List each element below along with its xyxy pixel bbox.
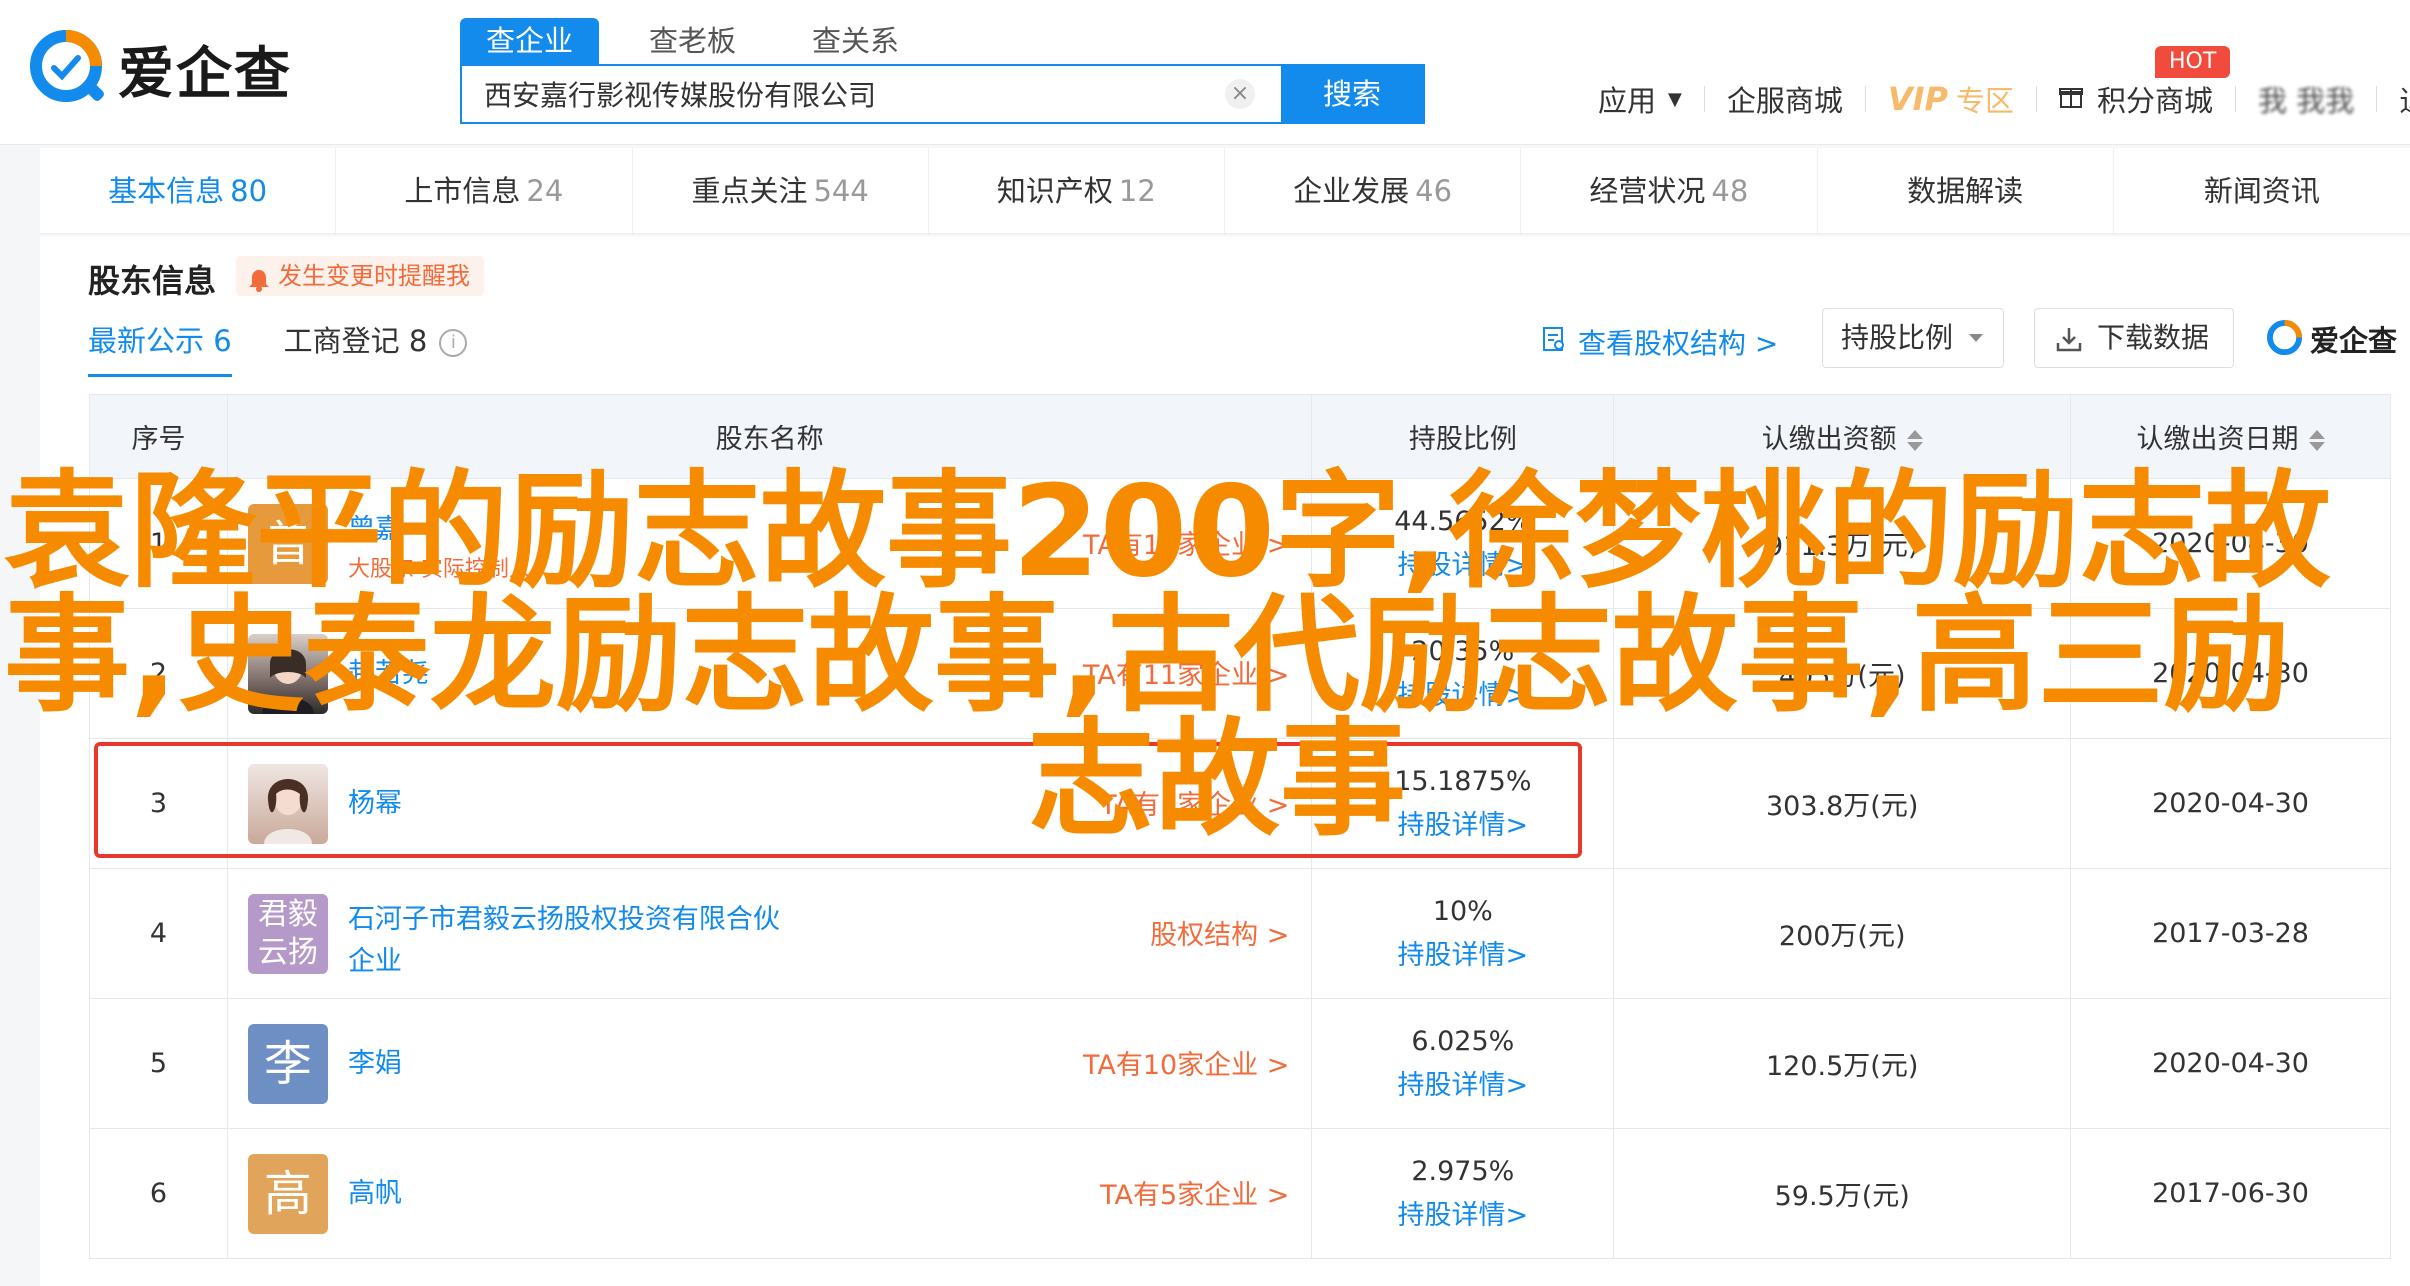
pct-value: 2.975%	[1411, 1155, 1515, 1187]
holder-companies-link[interactable]: TA有10家企业 >	[1083, 1043, 1289, 1082]
amount-cell: 303.8万(元)	[1613, 738, 2072, 869]
divider	[1864, 86, 1866, 112]
sub-tabs: 最新公示 6 工商登记 8i	[88, 318, 519, 377]
subtab-registration[interactable]: 工商登记 8i	[284, 318, 468, 377]
view-equity-structure-link[interactable]: 查看股权结构 >	[1542, 322, 1778, 362]
amount-cell: 59.5万(元)	[1613, 1128, 2072, 1259]
ratio-select[interactable]: 持股比例	[1822, 308, 2004, 368]
tab-basic-info[interactable]: 基本信息 80	[40, 148, 337, 233]
watermark-logo: 爱企查	[2266, 318, 2397, 360]
tab-ip[interactable]: 知识产权 12	[929, 148, 1225, 233]
logo-icon	[2266, 319, 2303, 356]
info-icon[interactable]: i	[439, 329, 468, 357]
holder-companies-link[interactable]: TA有5家企业 >	[1100, 1173, 1289, 1212]
divider	[1703, 86, 1705, 112]
search-input[interactable]	[462, 66, 1225, 122]
pct-value: 10%	[1432, 895, 1493, 927]
search-tab-boss[interactable]: 查老板	[623, 18, 762, 64]
logo-icon	[28, 28, 110, 110]
vip-logo[interactable]: VIP	[1888, 80, 1948, 118]
holder-name[interactable]: 高帆	[348, 1173, 402, 1215]
gift-icon	[2059, 82, 2084, 116]
divider	[2235, 86, 2237, 112]
nav-service-mall[interactable]: 企服商城	[1727, 78, 1843, 120]
search-box: × 搜索	[460, 64, 1425, 124]
overlay-line: 袁隆平的励志故事200字,徐梦桃的励志故	[4, 458, 2331, 605]
search-tabs: 查企业 查老板 查关系	[460, 18, 949, 64]
tab-key-focus[interactable]: 重点关注 544	[633, 148, 929, 233]
tab-operations[interactable]: 经营状况 48	[1521, 148, 1818, 233]
chevron-down-icon: ▼	[1668, 88, 1682, 110]
top-nav: 应用 ▼ 企服商城 VIP 专区 积分商城 我 我我 退出	[1598, 78, 2410, 120]
holder-name[interactable]: 石河子市君毅云扬股权投资有限合伙企业	[348, 899, 788, 983]
holding-detail-link[interactable]: 持股详情>	[1312, 1064, 1613, 1108]
subtab-latest[interactable]: 最新公示 6	[88, 318, 232, 377]
row-no: 4	[89, 868, 228, 999]
main-tabs: 基本信息 80 上市信息 24 重点关注 544 知识产权 12 企业发展 46 经营状况…	[40, 148, 2410, 234]
avatar[interactable]: 高	[247, 1154, 328, 1234]
pct-cell: 10% 持股详情>	[1311, 868, 1615, 999]
nav-logout[interactable]: 退出	[2399, 78, 2410, 120]
holder-cell: 李 李娟 TA有10家企业 >	[226, 998, 1313, 1129]
avatar[interactable]: 君毅云扬	[247, 894, 328, 974]
date-cell: 2020-04-30	[2070, 998, 2391, 1129]
row-no: 6	[89, 1128, 228, 1259]
date-cell: 2017-06-30	[2070, 1128, 2391, 1259]
change-alert-button[interactable]: 发生变更时提醒我	[236, 256, 484, 296]
divider	[2036, 86, 2038, 112]
avatar[interactable]: 李	[247, 1024, 328, 1104]
table-row: 5 李 李娟 TA有10家企业 > 6.025% 持股详情> 120.5万(元) …	[89, 998, 2391, 1129]
overlay-line: 事,史泰龙励志故事,古代励志故事,高三励	[4, 582, 2290, 729]
holder-cell: 高 高帆 TA有5家企业 >	[226, 1128, 1313, 1259]
row-no: 5	[89, 998, 228, 1129]
overlay-line: 志故事	[1028, 706, 1406, 853]
tab-development[interactable]: 企业发展 46	[1225, 148, 1522, 233]
holder-cell: 君毅云扬 石河子市君毅云扬股权投资有限合伙企业 股权结构 >	[226, 868, 1313, 999]
nav-vip-zone[interactable]: 专区	[1956, 78, 2014, 120]
date-cell: 2020-04-30	[2070, 738, 2391, 869]
download-data-button[interactable]: 下载数据	[2034, 308, 2234, 368]
search-button[interactable]: 搜索	[1281, 66, 1423, 122]
close-icon[interactable]: ×	[1225, 79, 1255, 109]
chevron-down-icon	[1969, 334, 1983, 342]
amount-cell: 200万(元)	[1613, 868, 2072, 999]
nav-app[interactable]: 应用	[1598, 78, 1656, 120]
divider	[2376, 86, 2378, 112]
amount-cell: 120.5万(元)	[1613, 998, 2072, 1129]
search-tab-company[interactable]: 查企业	[460, 18, 600, 64]
date-cell: 2017-03-28	[2070, 868, 2391, 999]
holding-detail-link[interactable]: 持股详情>	[1312, 1194, 1613, 1238]
brand-logo[interactable]: 爱企查	[28, 28, 292, 110]
hot-badge: HOT	[2155, 46, 2231, 78]
pct-value: 6.025%	[1411, 1025, 1515, 1057]
tab-data-insight[interactable]: 数据解读	[1818, 148, 2114, 233]
sort-icon[interactable]	[2308, 430, 2325, 451]
pct-cell: 2.975% 持股详情>	[1311, 1128, 1615, 1259]
tab-news[interactable]: 新闻资讯	[2114, 148, 2410, 233]
download-icon	[2056, 328, 2082, 352]
top-header: 爱企查 查企业 查老板 查关系 × 搜索 HOT 应用 ▼ 企服商城 VIP 专…	[0, 0, 2410, 145]
structure-icon	[1542, 326, 1566, 359]
equity-structure-link[interactable]: 股权结构 >	[1150, 913, 1289, 952]
table-row: 4 君毅云扬 石河子市君毅云扬股权投资有限合伙企业 股权结构 > 10% 持股详情…	[89, 868, 2391, 999]
nav-user[interactable]: 我 我我	[2258, 78, 2354, 120]
bell-icon	[248, 264, 270, 304]
pct-cell: 6.025% 持股详情>	[1311, 998, 1615, 1129]
search-tab-relation[interactable]: 查关系	[786, 18, 925, 64]
nav-points-mall[interactable]: 积分商城	[2097, 78, 2213, 120]
sort-icon[interactable]	[1906, 430, 1923, 451]
section-title: 股东信息	[88, 262, 217, 300]
holding-detail-link[interactable]: 持股详情>	[1312, 934, 1613, 978]
tab-listing-info[interactable]: 上市信息 24	[336, 148, 633, 233]
table-row: 6 高 高帆 TA有5家企业 > 2.975% 持股详情> 59.5万(元) 20…	[89, 1128, 2391, 1259]
brand-name: 爱企查	[118, 41, 292, 107]
holder-name[interactable]: 李娟	[348, 1043, 402, 1085]
